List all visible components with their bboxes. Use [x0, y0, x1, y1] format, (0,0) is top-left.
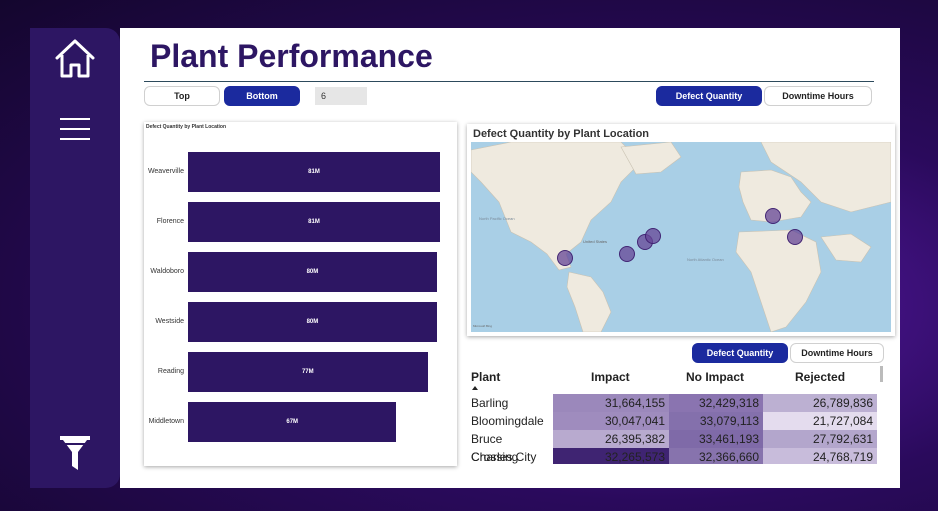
- map-bubble[interactable]: [765, 208, 781, 224]
- map-bubble[interactable]: [619, 246, 635, 262]
- column-header-rejected[interactable]: Rejected: [795, 370, 845, 384]
- bar-category-label: Middletown: [148, 418, 184, 425]
- page-title: Plant Performance: [150, 38, 433, 74]
- table-downtime-hours-button[interactable]: Downtime Hours: [790, 343, 884, 363]
- map-bubble[interactable]: [557, 250, 573, 266]
- map-title: Defect Quantity by Plant Location: [473, 128, 650, 140]
- bar-category-label: Waldoboro: [150, 268, 184, 275]
- table-cell: Barling: [471, 396, 509, 410]
- map-label-pacific: North Pacific Ocean: [479, 216, 515, 221]
- defect-quantity-button[interactable]: Defect Quantity: [656, 86, 762, 106]
- bar-value-label: 67M: [286, 419, 299, 425]
- table-cell: 33,079,113: [669, 412, 763, 430]
- top-n-input[interactable]: [315, 87, 367, 105]
- bar-weaverville[interactable]: 81M: [188, 152, 440, 192]
- bar-category-label: Florence: [156, 218, 184, 225]
- bar-florence[interactable]: 81M: [188, 202, 440, 242]
- table-cell: Charles City: [471, 450, 537, 464]
- bar-chart-card: Defect Quantity by Plant Location Weaver…: [144, 122, 457, 466]
- map-view[interactable]: North Pacific Ocean United States North …: [471, 142, 891, 332]
- report-canvas: Plant Performance Top Bottom Defect Quan…: [120, 28, 900, 488]
- bar-westside[interactable]: 80M: [188, 302, 437, 342]
- bar-value-label: 80M: [306, 269, 319, 275]
- bottom-toggle-button[interactable]: Bottom: [224, 86, 300, 106]
- table-cell: 24,768,719: [763, 448, 877, 464]
- map-bubble[interactable]: [645, 228, 661, 244]
- table-cell: 27,792,631: [763, 430, 877, 448]
- menu-button[interactable]: [30, 116, 120, 142]
- bar-middletown[interactable]: 67M: [188, 402, 397, 442]
- plant-matrix-table: Plant Impact No Impact Rejected Barling 3…: [467, 366, 883, 464]
- table-cell: 32,366,660: [669, 448, 763, 464]
- table-cell: 21,727,084: [763, 412, 877, 430]
- filter-button[interactable]: [30, 434, 120, 474]
- table-cell: 26,395,382: [553, 430, 669, 448]
- bar-category-label: Reading: [157, 368, 184, 375]
- table-cell: Bloomingdale: [471, 414, 544, 428]
- bar-value-label: 81M: [308, 169, 320, 175]
- bar-category-label: Weaverville: [147, 168, 184, 175]
- downtime-hours-button[interactable]: Downtime Hours: [764, 86, 872, 106]
- map-attribution: Microsoft Bing: [473, 324, 493, 328]
- bar-chart-title: Defect Quantity by Plant Location: [146, 124, 227, 130]
- table-row[interactable]: Bloomingdale 30,047,041 33,079,113 21,727,0…: [467, 412, 883, 430]
- bar-value-label: 80M: [306, 319, 319, 325]
- column-header-impact[interactable]: Impact: [591, 370, 630, 384]
- table-cell: 31,664,155: [553, 394, 669, 412]
- map-bubble[interactable]: [787, 229, 803, 245]
- title-divider: [144, 81, 874, 82]
- bar-reading[interactable]: 77M: [188, 352, 428, 392]
- table-row[interactable]: Bruce Crossing 26,395,382 33,461,193 27,792…: [467, 430, 883, 464]
- bar-value-label: 81M: [308, 219, 320, 225]
- table-cell: Bruce Crossing: [471, 432, 519, 464]
- bar-value-label: 77M: [301, 369, 314, 375]
- table-cell: 33,461,193: [669, 430, 763, 448]
- map-card: Defect Quantity by Plant Location North …: [467, 124, 895, 336]
- home-icon: [55, 39, 95, 78]
- bar-category-label: Westside: [155, 318, 184, 325]
- table-cell: 32,429,318: [669, 394, 763, 412]
- hamburger-icon: [60, 118, 90, 140]
- column-header-plant[interactable]: Plant: [471, 370, 500, 384]
- sidebar: [30, 28, 120, 488]
- top-toggle-button[interactable]: Top: [144, 86, 220, 106]
- table-cell: 26,789,836: [763, 394, 877, 412]
- table-row[interactable]: Charles City 32,265,573 32,366,660 24,768,7…: [467, 448, 883, 464]
- table-defect-quantity-button[interactable]: Defect Quantity: [692, 343, 788, 363]
- home-button[interactable]: [30, 36, 120, 82]
- table-cell: 30,047,041: [553, 412, 669, 430]
- column-header-no-impact[interactable]: No Impact: [686, 370, 744, 384]
- sort-ascending-icon: [472, 386, 478, 390]
- map-label-us: United States: [583, 239, 608, 244]
- world-map-graphic: [471, 142, 891, 332]
- table-cell: 32,265,573: [553, 448, 669, 464]
- filter-icon: [60, 436, 90, 470]
- table-row[interactable]: Barling 31,664,155 32,429,318 26,789,836: [467, 394, 883, 412]
- bar-waldoboro[interactable]: 80M: [188, 252, 437, 292]
- map-label-atlantic: North Atlantic Ocean: [687, 257, 724, 262]
- table-scrollbar[interactable]: [880, 366, 883, 382]
